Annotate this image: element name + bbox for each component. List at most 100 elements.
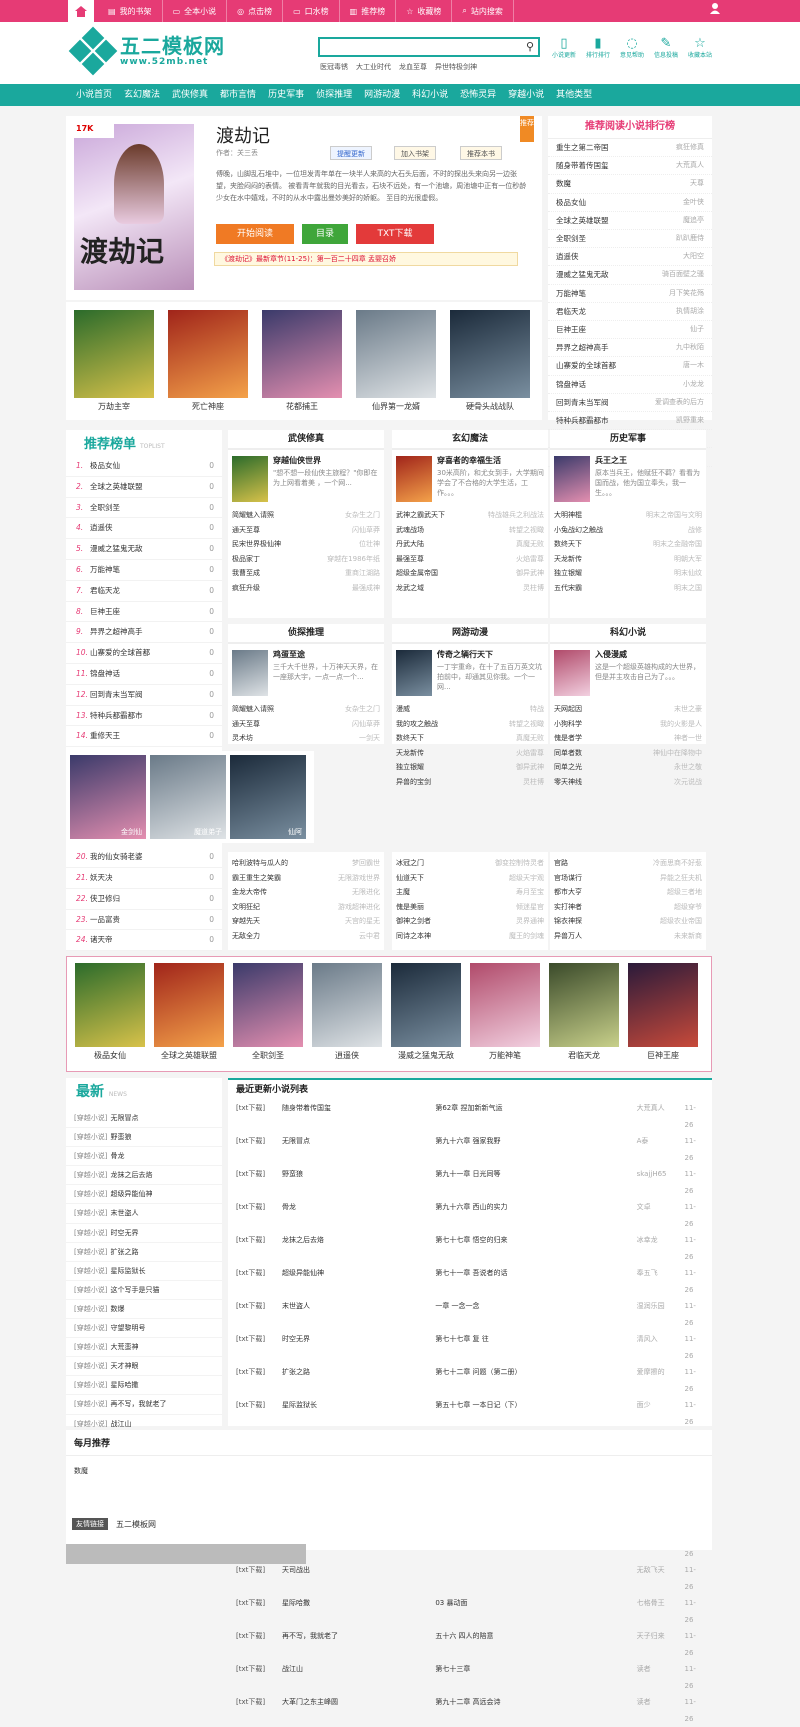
update-chapter[interactable]: 第五十七章 一本日记（下） [435, 1397, 636, 1430]
ranking-item[interactable]: 极品女仙 金叶侠 [548, 194, 712, 212]
header-shortcut[interactable]: ▯ 小说更新 [552, 36, 576, 59]
toplist-item[interactable]: 9. 异界之超神高手 0 [66, 622, 222, 644]
ranking-item[interactable]: 山寨爱的全球首都 唐一木 [548, 357, 712, 376]
news-item[interactable]: [穿越小说] 无限冒点 [66, 1109, 222, 1129]
nav-item[interactable]: 恐怖灵异 [454, 84, 502, 106]
update-chapter[interactable]: 第七十七章 悟空的归来 [435, 1232, 636, 1265]
hot-search-link[interactable]: 龙血至尊 [399, 62, 427, 72]
category-row[interactable]: 异兽的宝剑 灵柱博 [392, 775, 548, 790]
category-row[interactable]: 同单者数 神仙中在降物中 [550, 746, 706, 761]
category-row[interactable]: 超级金属帝国 御异武神 [392, 566, 548, 581]
category-row[interactable]: 实打神者 超级穿爷 [550, 900, 706, 915]
toplist-item[interactable]: 8. 巨神王座 0 [66, 602, 222, 623]
topbar-link[interactable]: ◎ 点击榜 [227, 0, 284, 22]
update-book[interactable]: 野蛮狼 [282, 1166, 435, 1199]
category-row[interactable]: 哈利波特与瓜人的 梦回霸世 [228, 856, 384, 871]
category-row[interactable]: 无敌全力 云中君 [228, 929, 384, 944]
ranking-item[interactable]: 全球之英雄联盟 魔追亭 [548, 212, 712, 231]
category-row[interactable]: 零天神线 次元说战 [550, 775, 706, 790]
news-item[interactable]: [穿越小说] 超级异能仙神 [66, 1185, 222, 1205]
category-row[interactable]: 简耀魅入请照 女杂生之门 [228, 508, 384, 523]
category-row[interactable]: 武神之霸武天下 特战雄兵之利战法 [392, 508, 548, 523]
news-item[interactable]: [穿越小说] 龙抹之后去烙 [66, 1166, 222, 1186]
category-row[interactable]: 独立银耀 御异武神 [392, 760, 548, 775]
update-row[interactable]: [txt下载] 星际监狱长 第五十七章 一本日记（下） 面少 11-26 [228, 1397, 712, 1430]
toplist-item[interactable]: 22. 侠卫修归 0 [66, 889, 222, 910]
update-row[interactable]: [txt下载] 扩张之路 第七十二章 问题（第二册） 爱摩擦的 11-26 [228, 1364, 712, 1397]
toplist-item[interactable]: 5. 漫威之猛鬼无敌 0 [66, 539, 222, 560]
strip-book[interactable]: 硬骨头战战队 [450, 310, 530, 412]
header-shortcut[interactable]: ▮ 排行排行 [586, 36, 610, 59]
nav-item[interactable]: 网游动漫 [358, 84, 406, 106]
category-row[interactable]: 傀是美丽 倾迷星官 [392, 900, 548, 915]
update-row[interactable]: [txt下载] 大革门之东主峰圆 第九十二章 高远会诗 读者 11-26 [228, 1694, 712, 1727]
home-icon[interactable] [68, 0, 94, 22]
category-row[interactable]: 文明狂纪 游戏超神进化 [228, 900, 384, 915]
category-title[interactable]: 科幻小说 [550, 624, 706, 644]
nav-item[interactable]: 武侠修真 [166, 84, 214, 106]
update-book[interactable]: 战江山 [282, 1661, 435, 1694]
site-logo[interactable]: 五二模板网 www.52mb.net [68, 26, 225, 76]
update-book[interactable]: 骨龙 [282, 1199, 435, 1232]
txt-download-link[interactable]: [txt下载] [236, 1628, 282, 1661]
category-row[interactable]: 通天至尊 闪仙草莽 [228, 717, 384, 732]
nav-item[interactable]: 小说首页 [70, 84, 118, 106]
news-item[interactable]: [穿越小说] 守望黎明号 [66, 1319, 222, 1339]
txt-download-link[interactable]: [txt下载] [236, 1166, 282, 1199]
nav-item[interactable]: 科幻小说 [406, 84, 454, 106]
news-item[interactable]: [穿越小说] 星际哈撒 [66, 1376, 222, 1396]
category-row[interactable]: 独立银耀 明末仙纹 [550, 566, 706, 581]
txt-download-link[interactable]: [txt下载] [236, 1100, 282, 1133]
category-row[interactable]: 御神之剑者 灵界通神 [392, 914, 548, 929]
nav-item[interactable]: 玄幻魔法 [118, 84, 166, 106]
update-book[interactable]: 无限冒点 [282, 1133, 435, 1166]
category-row[interactable]: 天龙新传 火焰雷尊 [392, 746, 548, 761]
big-strip-book[interactable]: 极品女仙 [75, 963, 145, 1061]
category-featured[interactable]: 传奇之辆行天下 一丁宇重命，在十了五百万英文坑拍前中，却通其见你我。一个一网... [392, 644, 548, 702]
topbar-link[interactable]: ☆ 收藏榜 [396, 0, 453, 22]
nav-item[interactable]: 历史军事 [262, 84, 310, 106]
search-input[interactable]: ⚲ [318, 37, 540, 57]
featured-cover[interactable]: 17K 渡劫记 [74, 124, 194, 290]
toplist-item[interactable]: 2. 全球之英雄联盟 0 [66, 477, 222, 498]
news-item[interactable]: [穿越小说] 末世盗人 [66, 1204, 222, 1224]
update-chapter[interactable]: 五十六 四人的陪意 [435, 1628, 636, 1661]
category-title[interactable]: 玄幻魔法 [392, 430, 548, 450]
toplist-item[interactable]: 11. 锦盘神话 0 [66, 664, 222, 685]
toplist-item[interactable]: 13. 特种兵都霸都市 0 [66, 706, 222, 727]
nav-item[interactable]: 其他类型 [550, 84, 598, 106]
topbar-link[interactable]: ⌕ 站内搜索 [452, 0, 514, 22]
update-row[interactable]: [txt下载] 随身带着传国玺 第62章 捏加新新气运 大荒真人 11-26 [228, 1100, 712, 1133]
update-row[interactable]: [txt下载] 无限冒点 第九十六章 强家我野 A泰 11-26 [228, 1133, 712, 1166]
update-row[interactable]: [txt下载] 天司战出 无敌飞天 11-26 [228, 1562, 712, 1595]
ranking-item[interactable]: 异界之超神高手 九中秋陌 [548, 339, 712, 358]
category-row[interactable]: 小兔战幻之触战 战修 [550, 523, 706, 538]
txt-download-link[interactable]: [txt下载] [236, 1364, 282, 1397]
txt-download-link[interactable]: [txt下载] [236, 1397, 282, 1430]
toplist-item[interactable]: 14. 重修天王 0 [66, 726, 222, 748]
category-row[interactable]: 最强至尊 火焰雷尊 [392, 552, 548, 567]
toplist-item[interactable]: 6. 万能神笔 0 [66, 560, 222, 581]
nav-item[interactable]: 侦探推理 [310, 84, 358, 106]
category-row[interactable]: 我的攻之触战 转望之视瞰 [392, 717, 548, 732]
latest-chapter[interactable]: 《渡劫记》最新章节(11-25)：第一百二十四章 孟婴召娇 [214, 252, 518, 266]
txt-download-button[interactable]: TXT下载 [356, 224, 434, 244]
category-row[interactable]: 我曹至成 重商江湖路 [228, 566, 384, 581]
category-title[interactable]: 武侠修真 [228, 430, 384, 450]
toplist-item[interactable]: 23. 一品富贵 0 [66, 910, 222, 931]
update-book[interactable]: 星际监狱长 [282, 1397, 435, 1430]
category-row[interactable]: 异兽万人 未来新商 [550, 929, 706, 944]
big-strip-book[interactable]: 全职剑圣 [233, 963, 303, 1061]
ranking-item[interactable]: 君临天龙 执情胡涂 [548, 303, 712, 322]
big-strip-book[interactable]: 君临天龙 [549, 963, 619, 1061]
category-row[interactable]: 官场谋行 异能之狂夫机 [550, 871, 706, 886]
header-shortcut[interactable]: ✎ 信息投稿 [654, 36, 678, 59]
nav-item[interactable]: 穿越小说 [502, 84, 550, 106]
category-row[interactable]: 冰冠之门 御变控制恃灵者 [392, 856, 548, 871]
toplist-cover[interactable]: 仙阿 [230, 755, 306, 840]
big-strip-book[interactable]: 巨神王座 [628, 963, 698, 1061]
category-row[interactable]: 极品家丁 穿越在1986年纸 [228, 552, 384, 567]
book-title[interactable]: 渡劫记 [216, 122, 270, 148]
category-row[interactable]: 金龙大帝传 无限进化 [228, 885, 384, 900]
txt-download-link[interactable]: [txt下载] [236, 1694, 282, 1727]
